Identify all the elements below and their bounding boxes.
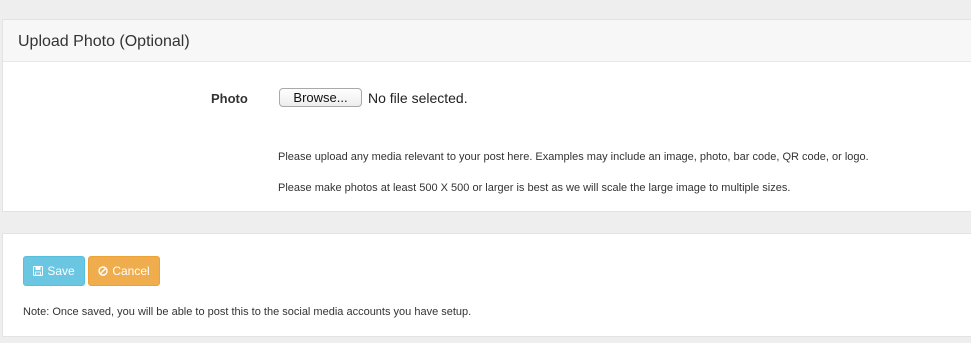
help-text-size: Please make photos at least 500 X 500 or… — [278, 182, 791, 194]
form-actions-panel: Save Cancel Note: Once saved, you will b… — [2, 233, 971, 337]
save-label: Save — [47, 264, 75, 278]
floppy-disk-icon — [33, 266, 44, 276]
save-button[interactable]: Save — [23, 256, 85, 286]
ban-icon — [98, 266, 109, 276]
upload-photo-panel: Upload Photo (Optional) Photo Browse... … — [2, 19, 971, 212]
photo-label: Photo — [211, 91, 248, 106]
cancel-label: Cancel — [112, 264, 150, 278]
panel-title: Upload Photo (Optional) — [3, 20, 971, 62]
save-note: Note: Once saved, you will be able to po… — [23, 306, 472, 318]
file-status-text: No file selected. — [368, 90, 468, 106]
cancel-button[interactable]: Cancel — [88, 256, 160, 286]
browse-button[interactable]: Browse... — [279, 88, 362, 107]
help-text-media: Please upload any media relevant to your… — [278, 151, 869, 163]
